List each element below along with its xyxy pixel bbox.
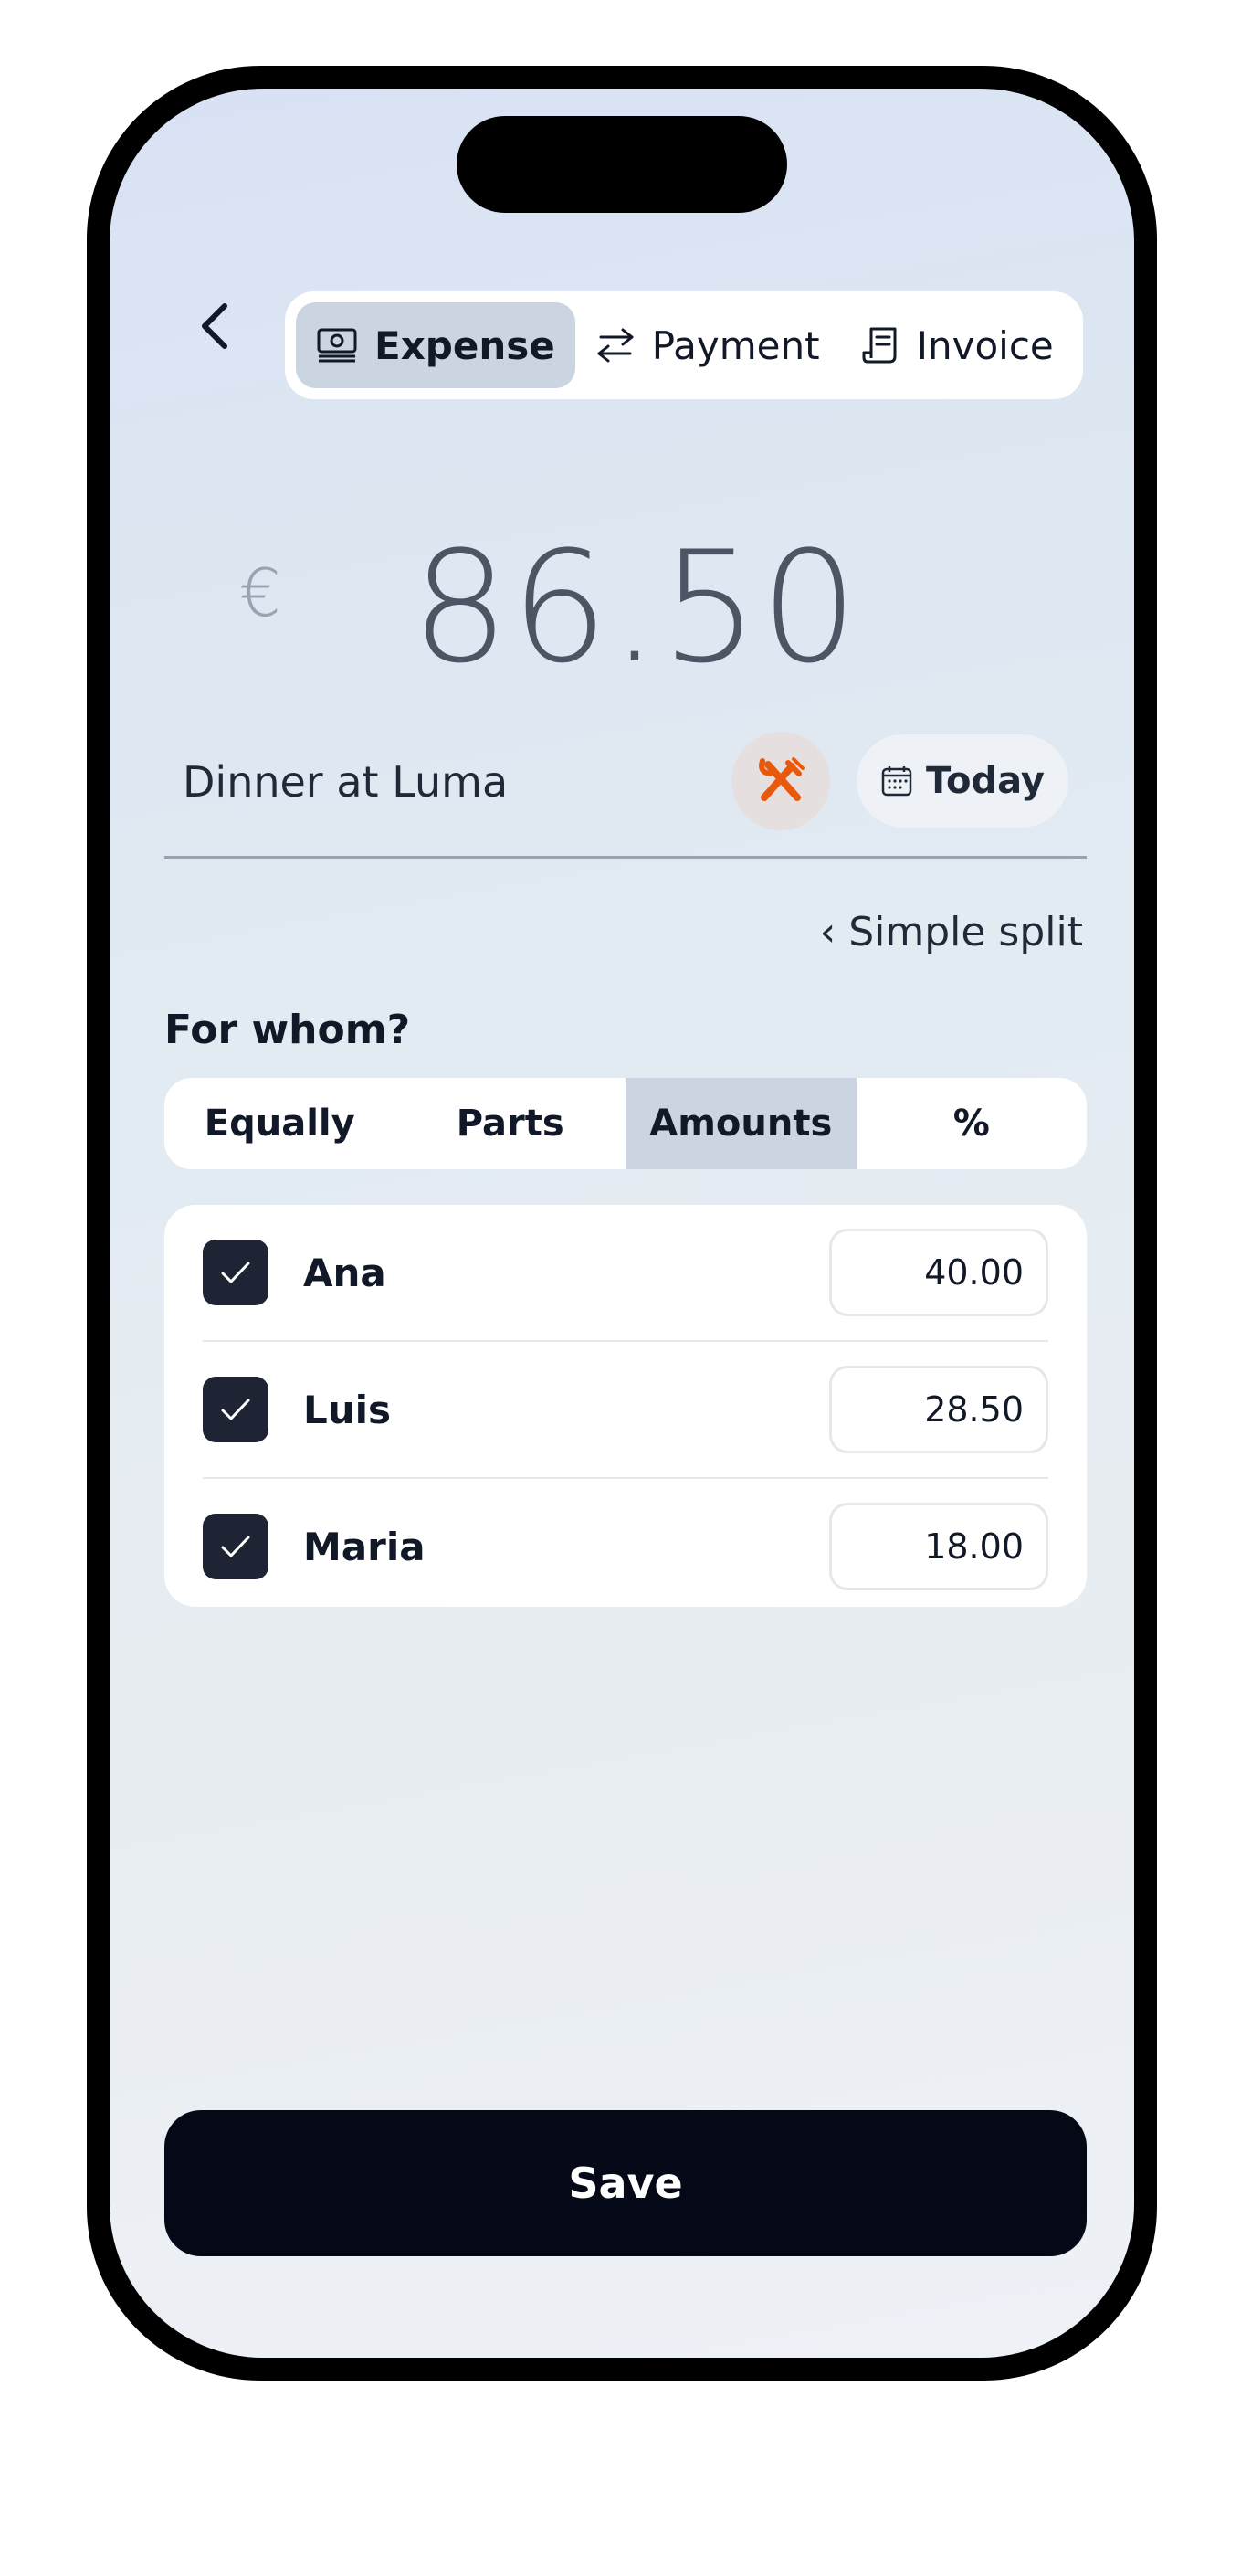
list-item: Ana xyxy=(203,1205,1048,1342)
participant-checkbox[interactable] xyxy=(203,1377,268,1442)
save-button[interactable]: Save xyxy=(164,2110,1087,2256)
arrows-swap-icon xyxy=(597,328,634,363)
date-button[interactable]: Today xyxy=(857,734,1068,828)
app-screen: Expense Payment Invoice € 86.50 Dinner a… xyxy=(110,89,1134,2358)
receipt-icon xyxy=(862,327,897,364)
checkmark-icon xyxy=(221,1536,250,1557)
participant-checkbox[interactable] xyxy=(203,1514,268,1579)
type-invoice-label: Invoice xyxy=(916,322,1054,368)
for-whom-label: For whom? xyxy=(164,1007,411,1053)
mode-amounts[interactable]: Amounts xyxy=(626,1078,857,1169)
type-expense-label: Expense xyxy=(374,322,555,368)
description-input[interactable]: Dinner at Luma xyxy=(183,757,508,807)
participant-name: Luis xyxy=(303,1387,392,1432)
description-row: Dinner at Luma Today xyxy=(164,719,1087,859)
category-button[interactable] xyxy=(731,732,830,830)
mode-parts[interactable]: Parts xyxy=(395,1078,626,1169)
list-item: Luis xyxy=(203,1342,1048,1479)
chevron-left-icon xyxy=(202,303,227,349)
amount-value[interactable]: 86.50 xyxy=(110,518,1134,697)
amount-display[interactable]: € 86.50 xyxy=(110,518,1134,701)
type-payment-label: Payment xyxy=(651,322,820,368)
list-item: Maria xyxy=(203,1479,1048,1614)
simple-split-link[interactable]: ‹ Simple split xyxy=(820,909,1083,955)
checkmark-icon xyxy=(221,1262,250,1283)
type-payment[interactable]: Payment xyxy=(575,302,840,388)
participant-name: Maria xyxy=(303,1524,426,1569)
participant-amount-input[interactable] xyxy=(829,1503,1048,1590)
calendar-icon xyxy=(881,766,912,797)
type-invoice[interactable]: Invoice xyxy=(840,302,1074,388)
transaction-type-selector: Expense Payment Invoice xyxy=(285,291,1083,399)
mode-percent[interactable]: % xyxy=(857,1078,1088,1169)
banknote-icon xyxy=(317,328,357,363)
checkmark-icon xyxy=(221,1399,250,1420)
participant-amount-input[interactable] xyxy=(829,1366,1048,1453)
dynamic-island xyxy=(457,116,787,213)
type-expense[interactable]: Expense xyxy=(296,302,575,388)
date-label: Today xyxy=(926,760,1045,802)
participants-list: Ana Luis Maria xyxy=(164,1205,1087,1607)
mode-equally[interactable]: Equally xyxy=(164,1078,395,1169)
participant-checkbox[interactable] xyxy=(203,1240,268,1305)
participant-name: Ana xyxy=(303,1250,386,1295)
back-button[interactable] xyxy=(192,294,237,358)
participant-amount-input[interactable] xyxy=(829,1229,1048,1316)
fork-knife-icon xyxy=(759,757,805,801)
split-mode-selector: Equally Parts Amounts % xyxy=(164,1078,1087,1169)
